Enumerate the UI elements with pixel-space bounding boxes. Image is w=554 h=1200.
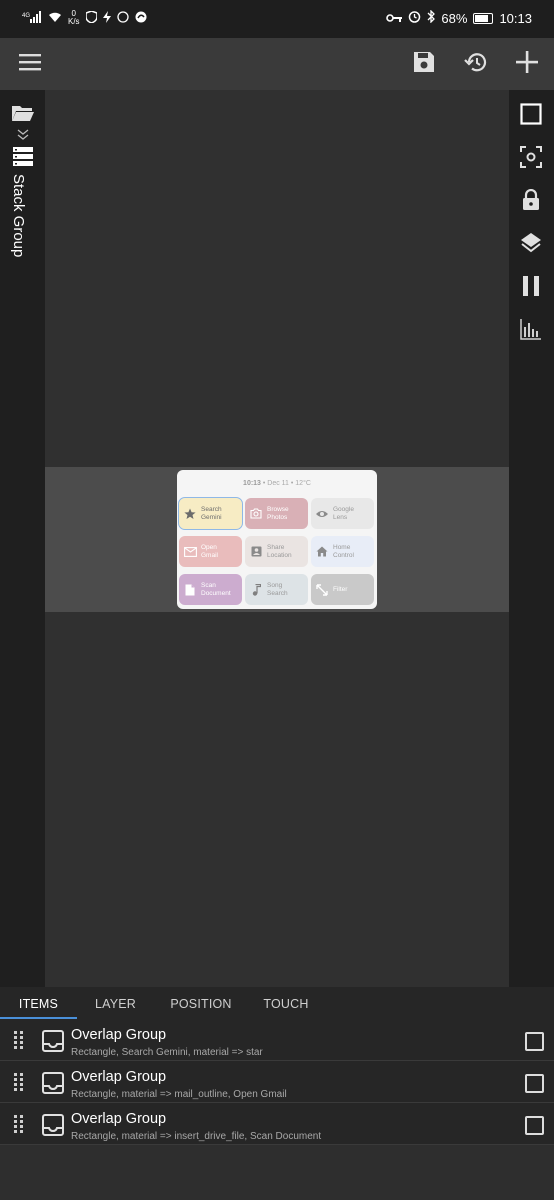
clock: 10:13	[499, 10, 532, 26]
vpn-shield-icon	[84, 9, 98, 26]
widget-tile[interactable]: Filter	[311, 574, 374, 605]
list-item[interactable]: Overlap Group Rectangle, Search Gemini, …	[0, 1019, 554, 1061]
item-subtitle: Rectangle, material => mail_outline, Ope…	[71, 1089, 287, 1100]
left-panel: Stack Group	[0, 90, 45, 987]
layers-icon[interactable]	[520, 232, 542, 254]
widget-tile-label: Browse Photos	[267, 505, 289, 521]
list-item[interactable]: Overlap Group Rectangle, material => ins…	[0, 1103, 554, 1145]
camera-icon	[245, 508, 267, 519]
item-checkbox[interactable]	[525, 1032, 544, 1051]
widget-tile-label: Open Gmail	[201, 543, 218, 559]
add-button[interactable]	[511, 48, 543, 80]
widget-tile-label: Song Search	[267, 581, 288, 597]
right-panel	[509, 90, 554, 987]
list-item[interactable]: Overlap Group Rectangle, material => mai…	[0, 1061, 554, 1103]
bluetooth-icon	[427, 9, 436, 26]
net-speed: 0 K/s	[68, 9, 80, 26]
widget-tile-label: Search Gemini	[201, 505, 222, 521]
toolbar	[0, 38, 554, 90]
nfc-icon	[116, 10, 129, 26]
history-restore-icon	[464, 50, 488, 79]
pause-icon[interactable]	[520, 275, 542, 297]
music-note-icon	[245, 583, 267, 596]
item-checkbox[interactable]	[525, 1116, 544, 1135]
widget-tile[interactable]: Song Search	[245, 574, 308, 605]
flash-icon	[102, 10, 111, 26]
tab-touch[interactable]: TOUCH	[248, 987, 324, 1019]
widget-tile[interactable]: Home Control	[311, 536, 374, 567]
item-subtitle: Rectangle, Search Gemini, material => st…	[71, 1047, 263, 1058]
widget-time: 10:13	[243, 480, 261, 487]
bottom-spacer	[0, 1148, 554, 1200]
widget-tile[interactable]: Google Lens	[311, 498, 374, 529]
widget-info: • Dec 11 • 12°C	[260, 480, 311, 487]
equalizer-icon[interactable]	[520, 318, 542, 340]
save-button[interactable]	[408, 48, 440, 80]
star-icon	[179, 508, 201, 520]
widget-tile-label: Scan Document	[201, 581, 231, 597]
widget-tile[interactable]: Open Gmail	[179, 536, 242, 567]
alarm-icon	[408, 10, 421, 26]
inbox-tray-icon	[42, 1030, 64, 1057]
battery-level-fill	[475, 14, 488, 22]
status-bar: 4G 0 K/s 68% 10:13	[0, 0, 554, 38]
inbox-tray-icon	[42, 1114, 64, 1141]
bottom-tabs: ITEMS LAYER POSITION TOUCH	[0, 987, 554, 1019]
item-checkbox[interactable]	[525, 1074, 544, 1093]
drag-handle-icon[interactable]	[14, 1115, 24, 1138]
stack-group-icon	[13, 146, 33, 171]
app-notification-icon	[135, 11, 147, 26]
key-icon	[386, 11, 403, 26]
widget-tile-label: Filter	[333, 585, 348, 593]
folder-open-icon[interactable]	[12, 104, 34, 127]
carrier-label: 4G	[22, 13, 30, 19]
double-chevron-down-icon[interactable]	[17, 128, 29, 146]
focus-center-icon[interactable]	[520, 146, 542, 168]
signal-icon: 4G	[22, 10, 42, 26]
contact-location-icon	[245, 546, 267, 558]
eye-icon	[311, 509, 333, 519]
tab-layer[interactable]: LAYER	[77, 987, 154, 1019]
tab-position[interactable]: POSITION	[154, 987, 248, 1019]
inbox-tray-icon	[42, 1072, 64, 1099]
stack-group-label: Stack Group	[10, 174, 27, 258]
hamburger-menu-icon	[19, 53, 41, 76]
drag-handle-icon[interactable]	[14, 1073, 24, 1096]
resize-arrows-icon	[311, 583, 333, 596]
battery-icon	[473, 12, 494, 24]
battery-percent: 68%	[441, 10, 468, 26]
history-button[interactable]	[460, 48, 492, 80]
widget-preview[interactable]: 10:13 • Dec 11 • 12°C Search Gemini Brows…	[177, 470, 377, 609]
widget-tile[interactable]: Browse Photos	[245, 498, 308, 529]
item-title: Overlap Group	[71, 1069, 167, 1085]
widget-header: 10:13 • Dec 11 • 12°C	[177, 480, 377, 487]
floppy-save-icon	[412, 50, 436, 79]
wifi-icon	[48, 11, 62, 26]
home-icon	[311, 546, 333, 557]
items-list: Overlap Group Rectangle, Search Gemini, …	[0, 1019, 554, 1145]
widget-tile[interactable]: Share Location	[245, 536, 308, 567]
item-subtitle: Rectangle, material => insert_drive_file…	[71, 1131, 322, 1142]
insert-drive-file-icon	[179, 584, 201, 596]
tab-items[interactable]: ITEMS	[0, 987, 77, 1019]
plus-icon	[515, 50, 539, 79]
widget-tile[interactable]: Scan Document	[179, 574, 242, 605]
widget-tile[interactable]: Search Gemini	[178, 497, 243, 530]
item-title: Overlap Group	[71, 1111, 167, 1127]
widget-tile-label: Google Lens	[333, 505, 354, 521]
status-left: 4G 0 K/s	[22, 10, 147, 26]
menu-button[interactable]	[14, 48, 46, 80]
select-rectangle-icon[interactable]	[520, 103, 542, 125]
widget-tile-label: Home Control	[333, 543, 354, 559]
item-title: Overlap Group	[71, 1027, 167, 1043]
mail-outline-icon	[179, 546, 201, 557]
widget-tile-label: Share Location	[267, 543, 292, 559]
lock-icon[interactable]	[520, 189, 542, 211]
drag-handle-icon[interactable]	[14, 1031, 24, 1054]
status-right: 68% 10:13	[386, 9, 532, 26]
